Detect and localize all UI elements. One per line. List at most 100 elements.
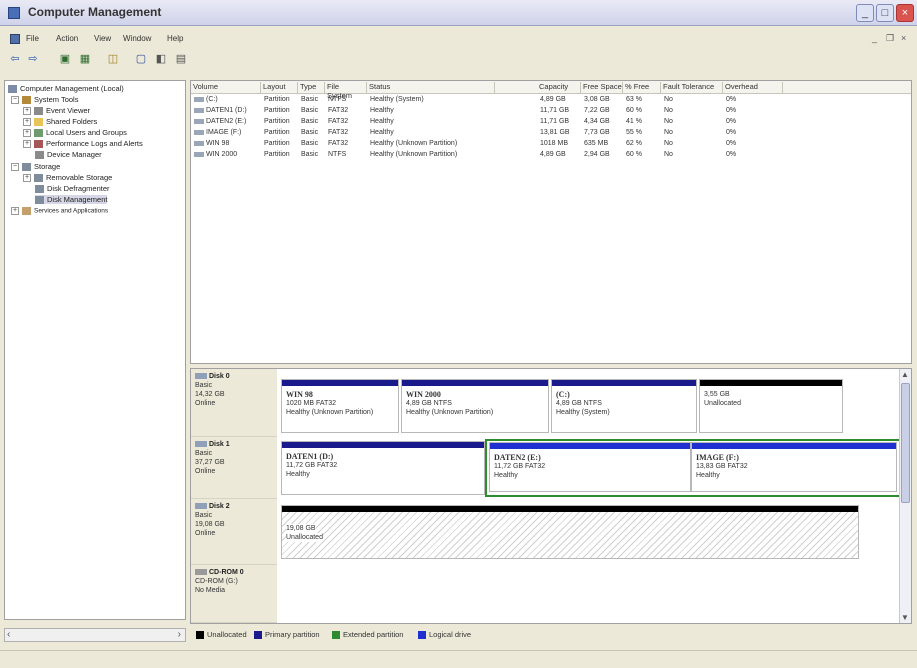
table-cell: Healthy bbox=[370, 107, 394, 114]
tree-item-perf-logs[interactable]: + Performance Logs and Alerts bbox=[23, 139, 143, 149]
child-minimize-button[interactable]: _ bbox=[872, 33, 877, 43]
menu-help[interactable]: Help bbox=[167, 34, 183, 43]
tree-label: Event Viewer bbox=[46, 106, 91, 115]
mmc-icon[interactable]: ◧ bbox=[154, 52, 168, 66]
menu-window[interactable]: Window bbox=[123, 34, 151, 43]
volume-list: Volume Layout Type File System Status Ca… bbox=[190, 80, 912, 364]
menu-file[interactable]: File bbox=[26, 34, 39, 43]
legend-item-unallocated: Unallocated bbox=[196, 630, 247, 640]
table-cell: 3,08 GB bbox=[584, 96, 610, 103]
logical-band bbox=[490, 443, 690, 449]
column-header[interactable]: Fault Tolerance bbox=[661, 82, 723, 93]
partition-daten2[interactable]: DATEN2 (E:) 11,72 GB FAT32 Healthy bbox=[489, 442, 691, 492]
collapse-toggle-icon[interactable]: − bbox=[11, 96, 19, 105]
defragmenter-icon bbox=[35, 185, 44, 194]
table-cell: 1018 MB bbox=[540, 140, 569, 147]
volume-name-cell[interactable]: WIN 98 bbox=[194, 140, 229, 147]
disk-label-cdrom-0[interactable]: CD-ROM 0 CD-ROM (G:) No Media bbox=[191, 565, 277, 623]
forward-icon[interactable]: ⇨ bbox=[26, 52, 40, 66]
child-close-button[interactable]: × bbox=[901, 33, 906, 43]
volume-icon bbox=[194, 118, 204, 124]
table-cell: No bbox=[664, 107, 673, 114]
scroll-down-icon[interactable]: ▼ bbox=[901, 613, 909, 622]
table-cell: Partition bbox=[264, 151, 290, 158]
close-button[interactable]: × bbox=[896, 4, 914, 22]
minimize-button[interactable]: _ bbox=[856, 4, 874, 22]
scroll-right-icon[interactable]: › bbox=[178, 629, 181, 640]
expand-toggle-icon[interactable]: + bbox=[23, 174, 31, 183]
scroll-thumb[interactable] bbox=[901, 383, 910, 503]
tree-horizontal-scrollbar[interactable]: ‹ › bbox=[4, 628, 186, 642]
expand-toggle-icon[interactable]: + bbox=[23, 140, 31, 149]
disk-label-disk-0[interactable]: Disk 0 Basic 14,32 GB Online bbox=[191, 369, 277, 437]
unallocated-disk-2[interactable]: 19,08 GB Unallocated bbox=[281, 505, 859, 559]
tree-item-system-tools[interactable]: − System Tools bbox=[11, 95, 78, 105]
tree-item-storage[interactable]: − Storage bbox=[11, 162, 60, 172]
column-header[interactable]: Free Space bbox=[581, 82, 623, 93]
column-header[interactable]: Type bbox=[298, 82, 325, 93]
tree-item-device-manager[interactable]: Device Manager bbox=[35, 150, 102, 160]
volume-name-cell[interactable]: IMAGE (F:) bbox=[194, 129, 241, 136]
column-header[interactable]: Volume bbox=[191, 82, 261, 93]
tree-item-shared-folders[interactable]: + Shared Folders bbox=[23, 117, 97, 127]
table-cell: 60 % bbox=[626, 107, 642, 114]
expand-toggle-icon[interactable]: + bbox=[23, 107, 31, 116]
partition-win98[interactable]: WIN 98 1020 MB FAT32 Healthy (Unknown Pa… bbox=[281, 379, 399, 433]
show-hide-tree-icon[interactable]: ▦ bbox=[78, 52, 92, 66]
column-header[interactable]: % Free bbox=[623, 82, 661, 93]
partition-image[interactable]: IMAGE (F:) 13,83 GB FAT32 Healthy bbox=[691, 442, 897, 492]
volume-name-cell[interactable]: WIN 2000 bbox=[194, 151, 237, 158]
table-cell: 635 MB bbox=[584, 140, 609, 147]
tree-item-root[interactable]: Computer Management (Local) bbox=[8, 84, 124, 94]
removable-storage-icon bbox=[34, 174, 43, 183]
expand-toggle-icon[interactable]: + bbox=[11, 207, 19, 215]
tree-item-defragmenter[interactable]: Disk Defragmenter bbox=[35, 184, 110, 194]
table-cell: NTFS bbox=[328, 96, 347, 103]
table-cell: Partition bbox=[264, 140, 290, 147]
volume-name-cell[interactable]: DATEN1 (D:) bbox=[194, 107, 247, 114]
event-viewer-icon bbox=[34, 107, 43, 116]
child-restore-button[interactable]: ❐ bbox=[886, 33, 894, 44]
export-icon[interactable]: ▤ bbox=[174, 52, 188, 66]
table-cell: 4,89 GB bbox=[540, 96, 566, 103]
title-bar[interactable]: Computer Management _ □ × bbox=[0, 0, 917, 26]
partition-c[interactable]: (C:) 4,89 GB NTFS Healthy (System) bbox=[551, 379, 697, 433]
up-icon[interactable]: ▣ bbox=[58, 52, 72, 66]
column-header[interactable]: Overhead bbox=[723, 82, 783, 93]
tree-item-disk-management[interactable]: Disk Management bbox=[35, 195, 108, 205]
table-cell: 0% bbox=[726, 151, 737, 158]
tree-item-removable-storage[interactable]: + Removable Storage bbox=[23, 173, 112, 183]
partition-win2000[interactable]: WIN 2000 4,89 GB NTFS Healthy (Unknown P… bbox=[401, 379, 549, 433]
graph-vertical-scrollbar[interactable]: ▲ ▼ bbox=[899, 369, 911, 623]
column-header[interactable]: Capacity bbox=[537, 82, 581, 93]
volume-name-cell[interactable]: DATEN2 (E:) bbox=[194, 118, 246, 125]
maximize-button[interactable]: □ bbox=[876, 4, 894, 22]
table-cell: FAT32 bbox=[328, 107, 349, 114]
tree-item-event-viewer[interactable]: + Event Viewer bbox=[23, 106, 91, 116]
partition-daten1[interactable]: DATEN1 (D:) 11,72 GB FAT32 Healthy bbox=[281, 441, 485, 495]
column-header[interactable]: File System bbox=[325, 82, 367, 100]
expand-toggle-icon[interactable]: + bbox=[23, 129, 31, 138]
menu-view[interactable]: View bbox=[94, 34, 111, 43]
scroll-left-icon[interactable]: ‹ bbox=[7, 629, 10, 640]
properties-icon[interactable]: ◫ bbox=[106, 52, 120, 66]
table-cell: 11,71 GB bbox=[540, 107, 570, 114]
help-icon[interactable]: ▢ bbox=[134, 52, 148, 66]
menu-action[interactable]: Action bbox=[56, 34, 78, 43]
volume-name-cell[interactable]: (C:) bbox=[194, 96, 218, 103]
back-icon[interactable]: ⇦ bbox=[8, 52, 22, 66]
tree-item-local-users[interactable]: + Local Users and Groups bbox=[23, 128, 127, 138]
scroll-up-icon[interactable]: ▲ bbox=[901, 370, 909, 379]
table-cell: Partition bbox=[264, 118, 290, 125]
disk-icon bbox=[195, 441, 207, 448]
column-header[interactable]: Status bbox=[367, 82, 495, 93]
tree-item-services[interactable]: + Services and Applications bbox=[11, 207, 108, 215]
expand-toggle-icon[interactable]: + bbox=[23, 118, 31, 127]
unallocated-disk-0[interactable]: 3,55 GB Unallocated bbox=[699, 379, 843, 433]
column-header[interactable]: Layout bbox=[261, 82, 298, 93]
collapse-toggle-icon[interactable]: − bbox=[11, 163, 19, 172]
disk-label-disk-2[interactable]: Disk 2 Basic 19,08 GB Online bbox=[191, 499, 277, 565]
disk-label-disk-1[interactable]: Disk 1 Basic 37,27 GB Online bbox=[191, 437, 277, 499]
console-icon[interactable] bbox=[10, 34, 20, 44]
table-cell: Basic bbox=[301, 96, 319, 103]
